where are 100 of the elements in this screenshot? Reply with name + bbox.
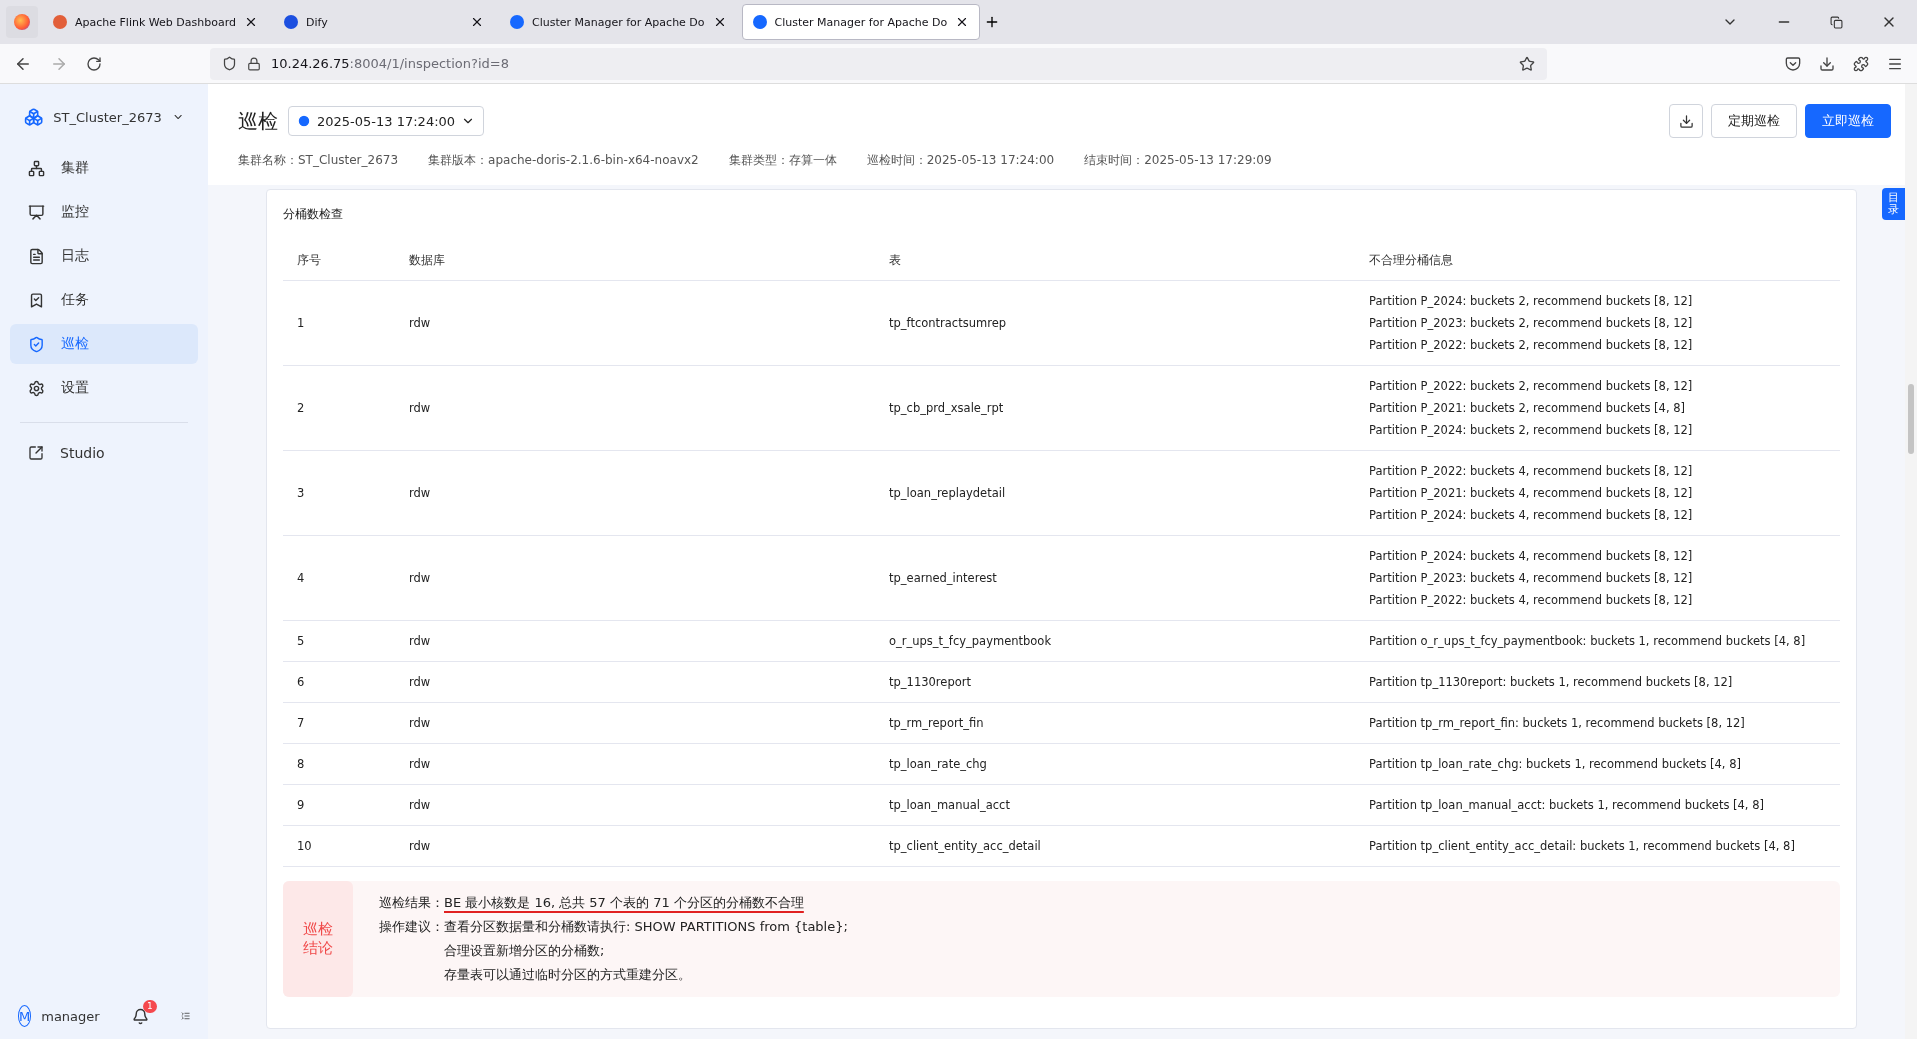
table-cell: 5 [283, 621, 395, 662]
browser-tab[interactable]: Cluster Manager for Apache Do [498, 4, 738, 40]
scrollbar[interactable] [1905, 84, 1917, 1039]
notification-count: 1 [142, 999, 157, 1013]
table-cell: tp_loan_manual_acct [875, 785, 1355, 826]
schedule-button[interactable]: 定期巡检 [1711, 104, 1797, 138]
bookmark-check-icon [28, 291, 45, 309]
result-text: BE 最小核数是 16, 总共 57 个表的 71 个分区的分桶数不合理 [444, 894, 805, 912]
toc-tab[interactable]: 目录 [1882, 188, 1905, 221]
issue-text: Partition P_2022: buckets 2, recommend buckets [8, 12] [1369, 378, 1694, 395]
issue-text: Partition P_2024: buckets 4, recommend buckets [8, 12] [1369, 548, 1694, 565]
table-cell: rdw [395, 744, 875, 785]
advice-text: 合理设置新增分区的分桶数; [444, 942, 606, 960]
download-icon[interactable] [1819, 55, 1835, 72]
issue-text: Partition o_r_ups_t_fcy_paymentbook: buckets 1, recommend buckets [4, 8] [1369, 633, 1807, 650]
table-cell: tp_client_entity_acc_detail [875, 826, 1355, 867]
table-cell: tp_loan_rate_chg [875, 744, 1355, 785]
issue-text: Partition P_2022: buckets 4, recommend buckets [8, 12] [1369, 592, 1694, 609]
lock-icon[interactable] [247, 56, 261, 71]
conclusion-badge: 巡检 结论 [283, 881, 353, 997]
issue-text: Partition P_2022: buckets 4, recommend buckets [8, 12] [1369, 463, 1694, 480]
cluster-selector[interactable]: ST_Cluster_2673 [10, 94, 198, 148]
issue-text: Partition P_2022: buckets 2, recommend buckets [8, 12] [1369, 337, 1694, 354]
table-cell: 9 [283, 785, 395, 826]
table-cell: o_r_ups_t_fcy_paymentbook [875, 621, 1355, 662]
nav-item[interactable]: 设置 [10, 368, 198, 408]
advice-text: 查看分区数据量和分桶数请执行: SHOW PARTITIONS from {table}; [444, 918, 848, 936]
issue-text: Partition P_2023: buckets 4, recommend buckets [8, 12] [1369, 570, 1694, 587]
user-name: manager [41, 1008, 100, 1024]
issue-text: Partition P_2021: buckets 4, recommend buckets [8, 12] [1369, 485, 1694, 502]
bell-icon[interactable] [131, 1007, 149, 1025]
table-cell: rdw [395, 451, 875, 536]
table-cell: 6 [283, 662, 395, 703]
table-cell: 1 [283, 281, 395, 366]
meta-text: 集群版本：apache-doris-2.1.6-bin-x64-noavx2 [428, 152, 699, 169]
shield-icon [28, 335, 45, 353]
nav-item[interactable]: 巡检 [10, 324, 198, 364]
table-cell: tp_earned_interest [875, 536, 1355, 621]
issue-text: Partition P_2024: buckets 2, recommend buckets [8, 12] [1369, 293, 1694, 310]
table-cell: rdw [395, 621, 875, 662]
section-title: 分桶数检查 [283, 206, 344, 223]
run-button[interactable]: 立即巡检 [1805, 104, 1891, 138]
table-cell: rdw [395, 703, 875, 744]
reload-icon[interactable] [86, 55, 102, 72]
advice-text: 存量表可以通过临时分区的方式重建分区。 [444, 966, 692, 984]
issue-text: Partition tp_rm_report_fin: buckets 1, recommend buckets [8, 12] [1369, 715, 1746, 732]
table-cell: 10 [283, 826, 395, 867]
issue-text: Partition P_2024: buckets 4, recommend buckets [8, 12] [1369, 507, 1694, 524]
bookmark-star-icon[interactable] [1519, 55, 1535, 72]
issue-text: Partition P_2024: buckets 2, recommend buckets [8, 12] [1369, 422, 1694, 439]
download-button[interactable] [1669, 104, 1703, 138]
meta-text: 巡检时间：2025-05-13 17:24:00 [866, 152, 1055, 169]
nav-item[interactable]: 任务 [10, 280, 198, 320]
column-header: 表 [875, 241, 1355, 281]
favicon-icon [752, 15, 767, 29]
issue-text: Partition tp_loan_rate_chg: buckets 1, recommend buckets [4, 8] [1369, 756, 1742, 773]
shield-icon[interactable] [222, 56, 237, 71]
favicon-icon [283, 15, 298, 29]
scrollbar-thumb[interactable] [1908, 384, 1914, 454]
result-label: 巡检结果： [379, 894, 444, 912]
studio-link[interactable]: Studio [10, 433, 198, 473]
meta-text: 集群名称：ST_Cluster_2673 [238, 152, 399, 169]
table-cell: 2 [283, 366, 395, 451]
table-cell: 4 [283, 536, 395, 621]
nav-item[interactable]: 监控 [10, 192, 198, 232]
table-cell: rdw [395, 785, 875, 826]
issue-text: Partition tp_loan_manual_acct: buckets 1, recommend buckets [4, 8] [1369, 797, 1765, 814]
document-icon [28, 247, 45, 265]
table-cell: rdw [395, 536, 875, 621]
table-cell: 8 [283, 744, 395, 785]
pocket-icon[interactable] [1785, 55, 1801, 72]
browser-tab[interactable]: Cluster Manager for Apache Do [741, 4, 981, 40]
column-header: 数据库 [395, 241, 875, 281]
column-header: 序号 [283, 241, 395, 281]
table-cell: tp_cb_prd_xsale_rpt [875, 366, 1355, 451]
settings-icon [28, 379, 45, 397]
date-select[interactable]: 2025-05-13 17:24:00 [288, 106, 485, 136]
issue-text: Partition tp_client_entity_acc_detail: buckets 1, recommend buckets [4, 8] [1369, 838, 1796, 855]
table-cell: rdw [395, 826, 875, 867]
nav-item[interactable]: 集群 [10, 148, 198, 188]
browser-tab[interactable]: Apache Flink Web Dashboard [42, 4, 269, 40]
issue-text: Partition P_2021: buckets 2, recommend buckets [4, 8] [1369, 400, 1687, 417]
external-link-icon [28, 445, 44, 461]
extensions-icon[interactable] [1853, 55, 1869, 72]
browser-tab[interactable]: Dify [272, 4, 495, 40]
table-cell: rdw [395, 662, 875, 703]
table-cell: 3 [283, 451, 395, 536]
page-title: 巡检 [238, 107, 278, 135]
restore-icon[interactable] [1830, 15, 1843, 29]
table-cell: rdw [395, 281, 875, 366]
cubes-icon [24, 106, 44, 128]
favicon-icon [53, 15, 67, 29]
table-cell: tp_rm_report_fin [875, 703, 1355, 744]
advice-label: 操作建议： [379, 918, 444, 936]
download-icon [1678, 113, 1694, 129]
column-header: 不合理分桶信息 [1355, 241, 1840, 281]
table-cell: rdw [395, 366, 875, 451]
table-cell: 7 [283, 703, 395, 744]
nav-item[interactable]: 日志 [10, 236, 198, 276]
address-field[interactable]: 10.24.26.75:8004/1/inspection?id=8 [210, 47, 1547, 80]
